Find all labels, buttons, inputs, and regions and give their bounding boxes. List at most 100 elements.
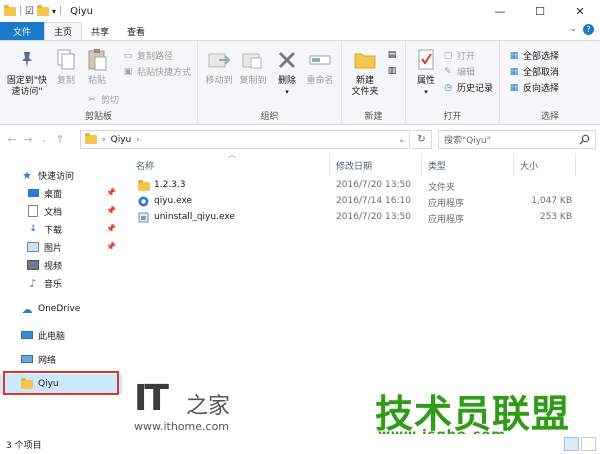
new-group: 新建 文件夹 ▤ ▥ 新建 <box>342 41 406 125</box>
cut-button[interactable]: ✂ 剪切 <box>86 93 120 107</box>
cloud-icon: ☁ <box>21 302 33 316</box>
new-folder-icon <box>352 47 378 73</box>
column-header-type[interactable]: 类型 <box>422 154 514 176</box>
documents-icon <box>26 204 40 218</box>
copy-to-button[interactable]: 复制到 <box>236 47 270 87</box>
tab-view[interactable]: 查看 <box>118 22 154 41</box>
close-button[interactable]: ✕ <box>560 0 600 22</box>
pin-icon[interactable]: 📌 <box>106 242 116 251</box>
delete-button[interactable]: 删除 ▾ <box>274 47 300 98</box>
nav-label: 此电脑 <box>38 331 66 342</box>
large-icons-view-button[interactable] <box>581 437 596 451</box>
copy-path-button[interactable]: ▭ 复制路径 <box>122 49 174 63</box>
invert-selection-icon: ▦ <box>509 82 519 93</box>
chevron-right-icon[interactable]: › <box>136 135 140 145</box>
refresh-button[interactable]: ↻ <box>412 130 432 149</box>
pictures-icon <box>26 240 40 254</box>
pin-icon[interactable]: 📌 <box>106 206 116 215</box>
nav-network[interactable]: 网络 <box>0 350 122 368</box>
column-header-size[interactable]: 大小 <box>514 154 576 176</box>
nav-quick-access[interactable]: ★ 快速访问 <box>0 166 122 184</box>
nav-label: 视频 <box>44 261 63 272</box>
recent-chevron-icon[interactable]: ⌄ <box>36 135 52 144</box>
nav-this-pc[interactable]: 此电脑 <box>0 326 122 344</box>
new-folder-icon[interactable] <box>37 4 50 16</box>
paste-label: 粘贴 <box>87 76 106 86</box>
select-none-button[interactable]: ▦ 全部取消 <box>508 65 559 79</box>
new-folder-button[interactable]: 新建 文件夹 <box>346 47 384 98</box>
ithome-watermark-url: www.ithome.com <box>134 420 230 433</box>
minimize-button[interactable]: — <box>480 0 520 22</box>
table-row[interactable]: uninstall_qiyu.exe 2016/7/20 13:50 应用程序 … <box>132 210 598 226</box>
copy-path-icon: ▭ <box>123 50 133 61</box>
table-row[interactable]: 1.2.3.3 2016/7/20 13:50 文件夹 <box>132 178 598 194</box>
properties-check-icon[interactable]: ☑ <box>25 6 34 17</box>
pin-label: 固定到"快 速访问" <box>6 76 48 97</box>
nav-item-desktop[interactable]: 桌面 📌 <box>0 184 122 202</box>
navigation-pane: ★ 快速访问 桌面 📌 文档 📌 ↓ 下载 📌 图片 📌 视频 ♪ 音乐 ☁ O… <box>0 152 122 434</box>
column-header-date[interactable]: 修改日期 <box>330 154 422 176</box>
nav-item-qiyu[interactable]: Qiyu <box>0 374 122 394</box>
nav-item-music[interactable]: ♪ 音乐 <box>0 274 122 292</box>
paste-shortcut-label: 粘贴快捷方式 <box>137 68 192 78</box>
search-placeholder: 搜索"Qiyu" <box>444 136 491 146</box>
cut-label: 剪切 <box>101 96 120 106</box>
rename-button[interactable]: 重命名 <box>302 47 338 87</box>
file-name: qiyu.exe <box>154 196 193 206</box>
paste-shortcut-button[interactable]: ▣ 粘贴快捷方式 <box>122 65 192 79</box>
copy-to-label: 复制到 <box>239 76 267 86</box>
maximize-button[interactable]: ☐ <box>520 0 560 22</box>
easy-access-button[interactable]: ▥ <box>386 65 398 77</box>
table-row[interactable]: qiyu.exe 2016/7/14 16:10 应用程序 1,047 KB <box>132 194 598 210</box>
tab-share[interactable]: 共享 <box>82 22 118 41</box>
refresh-icon: ↻ <box>417 134 426 145</box>
chevron-down-icon[interactable]: ▾ <box>52 7 56 16</box>
clipboard-group-label: 剪贴板 <box>84 112 112 122</box>
copy-button[interactable]: 复制 <box>52 47 80 87</box>
nav-item-pictures[interactable]: 图片 📌 <box>0 238 122 256</box>
forward-arrow-icon[interactable]: → <box>20 133 36 146</box>
move-to-button[interactable]: 移动到 <box>202 47 236 87</box>
ithome-watermark-text: 之家 <box>186 394 231 419</box>
tab-file[interactable]: 文件 <box>0 22 45 41</box>
uninstall-icon <box>138 212 149 226</box>
select-all-button[interactable]: ▦ 全部选择 <box>508 49 559 63</box>
copy-path-label: 复制路径 <box>137 52 174 62</box>
item-count: 3 个项目 <box>6 440 42 451</box>
properties-button[interactable]: 属性 ▾ <box>412 47 440 98</box>
nav-item-videos[interactable]: 视频 <box>0 256 122 274</box>
column-header-name[interactable]: 名称 <box>130 154 330 176</box>
nav-onedrive[interactable]: ☁ OneDrive <box>0 300 122 318</box>
back-arrow-icon[interactable]: ← <box>4 133 20 146</box>
nav-item-documents[interactable]: 文档 📌 <box>0 202 122 220</box>
details-view-button[interactable] <box>564 437 579 451</box>
paste-button[interactable]: 粘贴 <box>82 47 112 87</box>
pin-to-quick-access-button[interactable]: 固定到"快 速访问" <box>4 47 50 98</box>
tab-home[interactable]: 主页 <box>44 22 83 41</box>
pin-icon <box>14 47 40 73</box>
nav-item-downloads[interactable]: ↓ 下载 📌 <box>0 220 122 238</box>
history-button[interactable]: ◷ 历史记录 <box>442 81 493 95</box>
organize-group-label: 组织 <box>260 112 279 122</box>
invert-selection-label: 反向选择 <box>523 84 560 94</box>
pin-icon[interactable]: 📌 <box>106 224 116 233</box>
address-path[interactable]: Qiyu <box>111 135 132 145</box>
expand-ribbon-icon[interactable]: ⌄ <box>569 24 577 35</box>
select-group-label: 选择 <box>540 112 559 122</box>
address-bar[interactable]: › Qiyu › ⌄ <box>80 130 410 149</box>
easy-access-icon: ▥ <box>387 66 397 76</box>
separator-icon: | <box>59 6 63 16</box>
pin-icon[interactable]: 📌 <box>106 188 116 197</box>
file-type: 应用程序 <box>428 199 465 209</box>
paste-shortcut-icon: ▣ <box>123 66 133 77</box>
file-name: uninstall_qiyu.exe <box>154 212 235 222</box>
open-button[interactable]: ▢ 打开 <box>442 49 475 63</box>
new-item-button[interactable]: ▤ <box>386 49 398 61</box>
address-dropdown-icon[interactable]: ⌄ <box>398 135 405 144</box>
invert-selection-button[interactable]: ▦ 反向选择 <box>508 81 560 95</box>
copy-icon <box>53 47 79 73</box>
help-icon[interactable]: ? <box>583 24 594 35</box>
edit-button[interactable]: ✎ 编辑 <box>442 65 475 79</box>
up-arrow-icon[interactable]: ↑ <box>52 133 68 146</box>
search-input[interactable]: 搜索"Qiyu" <box>438 130 596 149</box>
